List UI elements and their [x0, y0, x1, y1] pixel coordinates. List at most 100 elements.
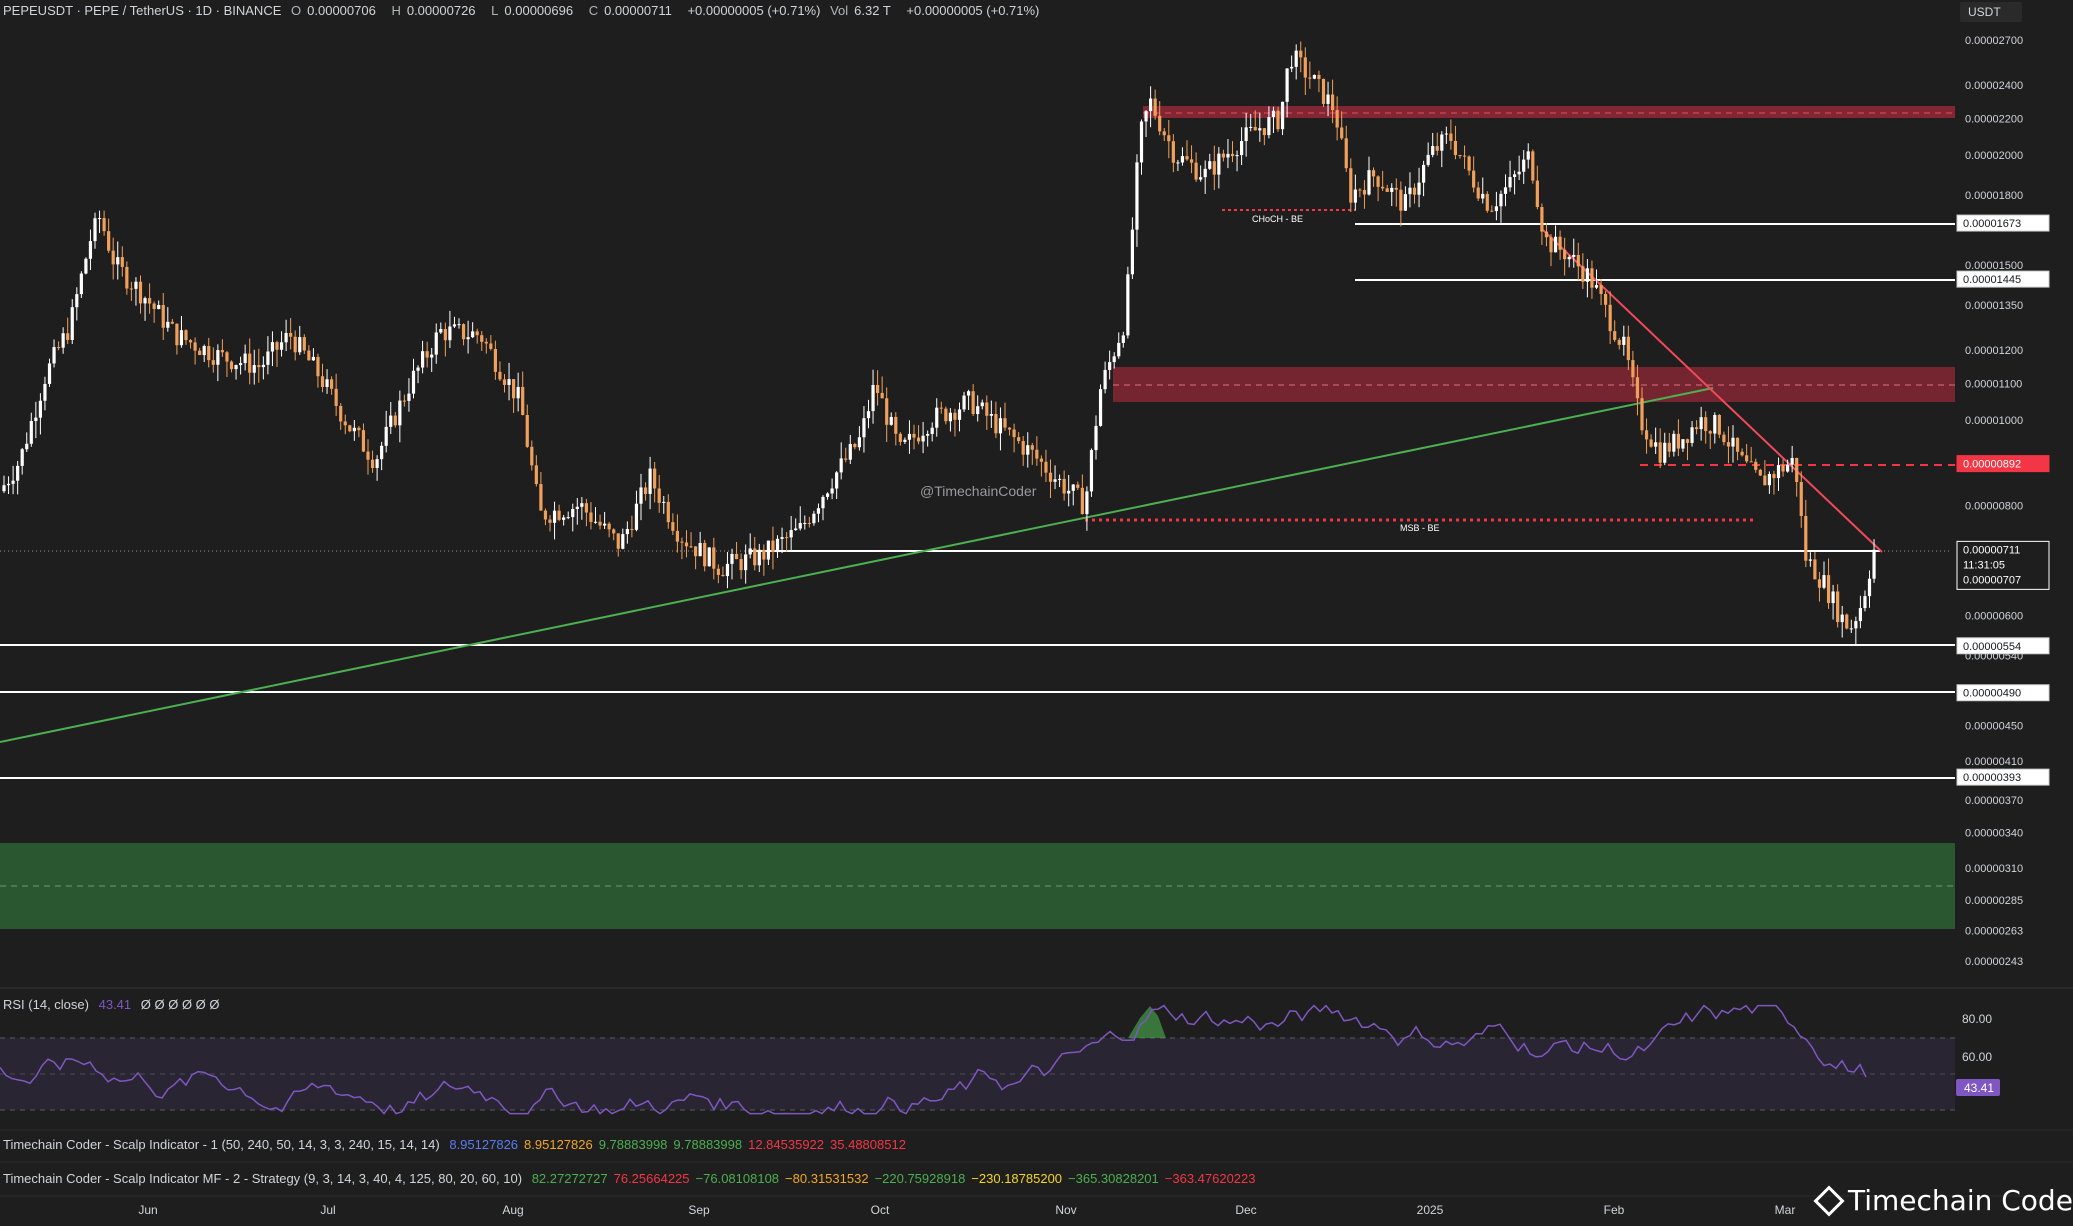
indicator2-value-0: 82.27272727: [531, 1171, 608, 1186]
candle-73: [334, 373, 338, 416]
candle-58: [266, 336, 270, 375]
indicator1-legend[interactable]: Timechain Coder - Scalp Indicator - 1 (5…: [3, 1137, 918, 1152]
time-tick-4: Oct: [871, 1203, 890, 1217]
price-chart[interactable]: CHoCH - BE MSB - BE @TimechainCoder 0.00…: [0, 0, 2073, 1226]
candle-15: [70, 299, 74, 345]
candle-116: [530, 440, 534, 471]
indicator1-label: Timechain Coder - Scalp Indicator - 1 (5…: [3, 1137, 440, 1152]
rsi-tick-80: 80.00: [1962, 1012, 1992, 1026]
candle-93: [425, 341, 429, 368]
candle-331: [1508, 160, 1512, 192]
candle-21: [97, 210, 102, 233]
candle-341: [1553, 225, 1558, 253]
candle-257: [1171, 134, 1175, 173]
candle-136: [621, 528, 625, 550]
candle-173: [789, 515, 793, 551]
rsi-pane[interactable]: 80.00 60.00 43.41: [0, 1004, 2000, 1115]
candle-120: [548, 515, 552, 532]
candle-44: [202, 344, 206, 363]
candle-270: [1230, 141, 1235, 163]
candle-290: [1321, 78, 1326, 107]
candle-148: [675, 514, 679, 553]
rsi-current-value: 43.41: [1964, 1081, 1994, 1095]
candle-101: [461, 323, 466, 346]
candle-348: [1585, 259, 1589, 298]
level-label-4: 0.00000490: [1963, 688, 2021, 700]
currency-button[interactable]: USDT: [1960, 2, 2022, 22]
candle-169: [771, 526, 775, 570]
candle-228: [1039, 455, 1043, 477]
candle-119: [543, 508, 548, 526]
candle-407: [1854, 616, 1858, 645]
candle-362: [1649, 434, 1653, 448]
candle-235: [1071, 483, 1075, 506]
candle-397: [1808, 552, 1812, 567]
candle-342: [1558, 230, 1562, 260]
candle-394: [1795, 457, 1799, 497]
candle-242: [1103, 361, 1107, 394]
candle-293: [1335, 96, 1339, 141]
candles-layer[interactable]: [2, 41, 1876, 645]
candle-256: [1167, 119, 1171, 159]
price-tick-11: 0.00000600: [1965, 610, 2023, 622]
candle-192: [876, 370, 880, 406]
candle-264: [1203, 160, 1207, 194]
ohlc-low: L 0.00000696: [491, 3, 579, 18]
candle-65: [298, 325, 302, 355]
candle-89: [407, 378, 411, 412]
volume: Vol 6.32 T: [830, 3, 897, 18]
time-tick-3: Sep: [688, 1203, 710, 1217]
candle-299: [1362, 180, 1367, 209]
candle-115: [525, 404, 529, 448]
candle-247: [1126, 266, 1130, 339]
candle-24: [111, 237, 115, 280]
candle-109: [498, 361, 502, 382]
candle-312: [1422, 160, 1426, 197]
rsi-legend[interactable]: RSI (14, close) 43.41 Ø Ø Ø Ø Ø Ø: [3, 997, 226, 1012]
level-label-2: 0.00000892: [1963, 459, 2021, 471]
candle-320: [1458, 154, 1462, 159]
candle-404: [1840, 605, 1844, 638]
candle-318: [1449, 119, 1453, 150]
candle-381: [1735, 437, 1740, 461]
candle-158: [721, 566, 725, 577]
candle-100: [457, 318, 461, 329]
candle-167: [762, 544, 766, 576]
candle-252: [1149, 86, 1153, 128]
candle-193: [880, 376, 884, 399]
candle-213: [971, 384, 975, 417]
candle-328: [1494, 191, 1498, 221]
candle-160: [730, 548, 734, 580]
level-label-3: 0.00000554: [1963, 641, 2021, 653]
candle-175: [798, 506, 802, 531]
candle-161: [734, 541, 739, 560]
candle-4: [20, 447, 24, 475]
time-axis[interactable]: Jun Jul Aug Sep Oct Nov Dec 2025 Feb Mar: [138, 1203, 1795, 1217]
candle-36: [166, 307, 170, 332]
candle-357: [1626, 325, 1630, 371]
candle-402: [1831, 584, 1835, 620]
candle-380: [1731, 425, 1735, 463]
candle-54: [248, 338, 252, 385]
candle-334: [1522, 150, 1526, 184]
candle-82: [375, 455, 379, 481]
candle-184: [839, 442, 843, 480]
candle-168: [766, 540, 770, 566]
candle-117: [534, 455, 538, 487]
candle-19: [88, 229, 93, 271]
indicator2-legend[interactable]: Timechain Coder - Scalp Indicator MF - 2…: [3, 1171, 1268, 1186]
candle-104: [475, 328, 479, 344]
indicator1-value-2: 9.78883998: [598, 1137, 668, 1152]
candle-202: [921, 421, 925, 454]
candle-16: [75, 287, 79, 321]
candle-329: [1499, 190, 1503, 223]
candle-8: [38, 393, 42, 435]
candle-240: [1094, 415, 1098, 460]
candle-389: [1772, 470, 1776, 495]
candle-163: [744, 544, 748, 584]
candle-127: [580, 497, 584, 520]
candle-241: [1098, 384, 1103, 427]
candle-146: [666, 494, 670, 529]
candle-225: [1026, 432, 1030, 468]
candle-325: [1481, 177, 1485, 204]
